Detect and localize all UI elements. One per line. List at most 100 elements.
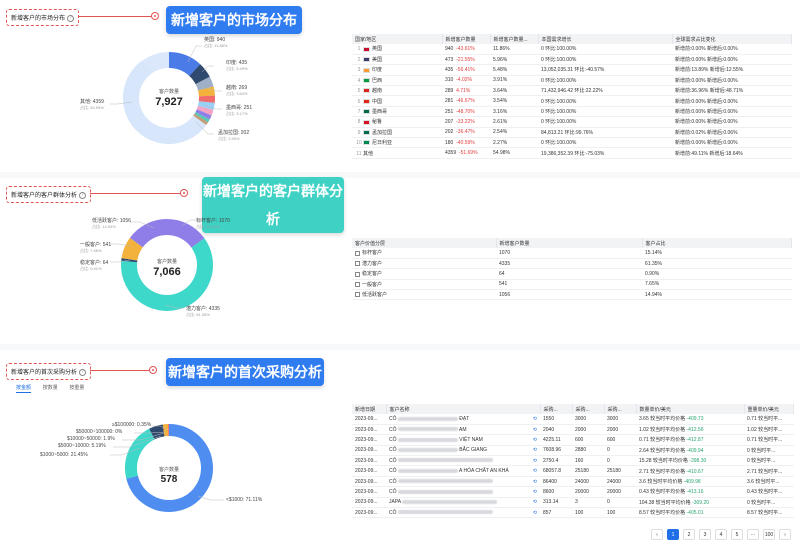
col-header[interactable]: 新增客户数量	[442, 34, 491, 44]
label-benchmark-pct: 占比: 15.14%	[196, 224, 220, 229]
table-row[interactable]: 2023-09... CÔ AM ⟲ 2040 2000 2000 1.02 较当时平…	[352, 424, 794, 436]
table-row[interactable]: 2023-09... JAPA ⟲ 313.14 3 0 104.38 较当时平均价…	[352, 497, 794, 509]
redacted-name	[397, 468, 458, 473]
link-icon[interactable]: ⟲	[533, 427, 537, 433]
label-general: 一般客户: 541	[80, 242, 112, 248]
page-button[interactable]: ‹	[651, 529, 663, 540]
table-row[interactable]: 2023-09... CÔ BẮC GIANG ⟲ 7608.96 2880 0 2.…	[352, 445, 794, 457]
link-icon[interactable]: ⟲	[533, 499, 537, 505]
info-icon[interactable]: ?	[79, 191, 87, 199]
donut-slice[interactable]	[197, 101, 215, 111]
label-other: 其他: 4359	[80, 99, 104, 105]
table-row[interactable]: 标杆客户 1070 15.14%	[352, 248, 792, 259]
label-over-100000: ≥$100000: 0.35%	[112, 422, 152, 428]
table-row[interactable]: 2023-09... CÔ VIỆT NAM ⟲ 4225.11 600 600 0.…	[352, 434, 794, 446]
label-50000-100000: $50000~100000: 0%	[76, 429, 123, 435]
table-row[interactable]: 2023-09... CÔ ĐẠT ⟲ 1550 3000 3000 3.65 较当时…	[352, 414, 794, 425]
table-row[interactable]: 9 孟加拉国 202 -36.47% 2.54% 84,813.21 环比:99.7…	[352, 127, 792, 139]
col-header[interactable]: 全球需求占比变化	[672, 34, 792, 44]
page-button[interactable]: 5	[731, 529, 743, 540]
donut-slice[interactable]	[193, 113, 208, 126]
table-row[interactable]: 3 印度 435 -56.41% 5.48% 13,052,035.31 环比:-4…	[352, 64, 792, 76]
expand-icon[interactable]	[355, 271, 360, 277]
expand-icon[interactable]	[355, 261, 360, 267]
table-row[interactable]: 4 巴西 310 -4.02% 3.91% 0 环比:100.00% 新增前:0.00…	[352, 75, 792, 87]
table-row[interactable]: 潜力客户 4335 61.35%	[352, 258, 792, 270]
col-header[interactable]: 国家/地区	[352, 34, 443, 44]
table-row[interactable]: 稳定客户 64 0.90%	[352, 268, 792, 280]
table-row[interactable]: 一般客户 541 7.65%	[352, 279, 792, 291]
label-low-activity-pct: 占比: 14.94%	[92, 224, 116, 229]
link-icon[interactable]: ⟲	[533, 458, 537, 464]
table-row[interactable]: 1 英国 940 -43.61% 11.86% 0 环比:100.00% 新增前:0.…	[352, 44, 792, 55]
page-button[interactable]: 3	[699, 529, 711, 540]
donut-slice[interactable]	[194, 111, 210, 123]
donut-slice[interactable]	[195, 76, 214, 91]
col-header[interactable]: 新增客户数量	[496, 238, 643, 248]
flag-icon	[363, 57, 370, 63]
col-header[interactable]: 本国需求增长	[538, 34, 673, 44]
link-icon[interactable]: ⟲	[533, 447, 537, 453]
col-header[interactable]: 数量单价/美元	[636, 404, 745, 414]
donut-slice[interactable]	[195, 109, 212, 120]
label-potential-pct: 占比: 61.35%	[186, 312, 210, 317]
label-bangladesh-pct: 占比: 2.55%	[218, 136, 240, 141]
table-row[interactable]: 2023-09... CÔ A HÓA CHẤT AN KHÁ ⟲ 68057.8…	[352, 465, 794, 477]
col-header[interactable]: 客户占比	[642, 238, 792, 248]
label-low-activity: 低活跃客户: 1056	[92, 218, 131, 224]
page-button[interactable]: ···	[747, 529, 759, 540]
table-row[interactable]: 5 越南 289 4.71% 3.64% 71,432,946.42 环比:22.2…	[352, 85, 792, 97]
link-icon[interactable]: ⟲	[533, 437, 537, 443]
expand-icon[interactable]	[355, 250, 360, 256]
page-button[interactable]: 100	[763, 529, 775, 540]
redacted-name	[397, 448, 458, 453]
col-header[interactable]: 采购...	[604, 404, 637, 414]
tab-by-amount[interactable]: 按金额	[16, 385, 32, 393]
table-row[interactable]: 8 秘鲁 207 -33.22% 2.61% 0 环比:100.00% 新增前:0.0…	[352, 116, 792, 128]
donut-slice[interactable]	[198, 86, 215, 97]
expand-icon[interactable]	[355, 282, 360, 288]
rank-icon: 5	[357, 88, 361, 95]
col-header[interactable]: 客户名称	[386, 404, 541, 414]
table-row[interactable]: 2023-09... CÔ ⟲ 2750.4 160 0 15.28 较当时平均价格…	[352, 455, 794, 467]
page-button[interactable]: ›	[779, 529, 791, 540]
link-icon[interactable]: ⟲	[533, 416, 537, 422]
table-row[interactable]: 2023-09... CÔ ⟲ 857 100 100 8.57 较当时平均价格 -…	[352, 507, 794, 519]
table-row[interactable]: 10 尼日利亚 180 -40.59% 2.27% 0 环比:100.00% 新增前:…	[352, 137, 792, 149]
link-icon[interactable]: ⟲	[533, 468, 537, 474]
info-icon[interactable]: ?	[67, 14, 75, 22]
page-button[interactable]: 2	[683, 529, 695, 540]
donut-slice[interactable]	[168, 52, 201, 77]
info-icon[interactable]: ?	[79, 368, 87, 376]
page-button[interactable]: 1	[667, 529, 679, 540]
market-table: 国家/地区 新增客户数量 新增客户数量... 本国需求增长 全球需求占比变化 1…	[352, 34, 792, 159]
flag-icon	[363, 46, 370, 52]
col-header[interactable]: 采购...	[540, 404, 573, 414]
col-header[interactable]: 新增日期	[352, 404, 387, 414]
donut-slice[interactable]	[166, 219, 205, 248]
col-header[interactable]: 新增客户数量...	[490, 34, 539, 44]
table-row[interactable]: 低活跃客户 1056 14.94%	[352, 289, 792, 301]
donut-slice[interactable]	[196, 105, 214, 116]
section-divider	[0, 172, 800, 178]
rank-icon: 9	[357, 129, 361, 136]
table-row[interactable]: 2023-09... CÔ ⟲ 8600 20000 20000 0.43 较当时平…	[352, 486, 794, 498]
col-header[interactable]: 采购...	[572, 404, 605, 414]
link-icon[interactable]: ⟲	[533, 479, 537, 485]
donut-slice[interactable]	[189, 64, 210, 85]
table-row[interactable]: 6 中国 281 -46.67% 3.54% 0 环比:100.00% 新增前:0.0…	[352, 95, 792, 107]
table-row[interactable]: 11其他 4359 -51.69% 54.98% 19,386,352.39 环比…	[352, 147, 792, 159]
expand-icon[interactable]	[355, 292, 360, 298]
page-button[interactable]: 4	[715, 529, 727, 540]
table-row[interactable]: 2 美国 473 -21.55% 5.96% 0 环比:100.00% 新增前:0.0…	[352, 54, 792, 66]
table-row[interactable]: 2023-09... CÔ ⟲ 86400 24000 24000 3.6 较当时平…	[352, 476, 794, 488]
donut-slice[interactable]	[129, 219, 168, 248]
tab-by-quantity[interactable]: 按数量	[43, 385, 58, 391]
table-row[interactable]: 7 墨西哥 251 -48.70% 3.16% 0 环比:100.00% 新增前:0.…	[352, 106, 792, 118]
col-header[interactable]: 重量单价/美元	[744, 404, 794, 414]
tab-by-weight[interactable]: 按重量	[69, 385, 84, 391]
link-icon[interactable]: ⟲	[533, 510, 537, 516]
donut-slice[interactable]	[121, 237, 144, 261]
col-header[interactable]: 客户价值分层	[352, 238, 497, 248]
link-icon[interactable]: ⟲	[533, 489, 537, 495]
